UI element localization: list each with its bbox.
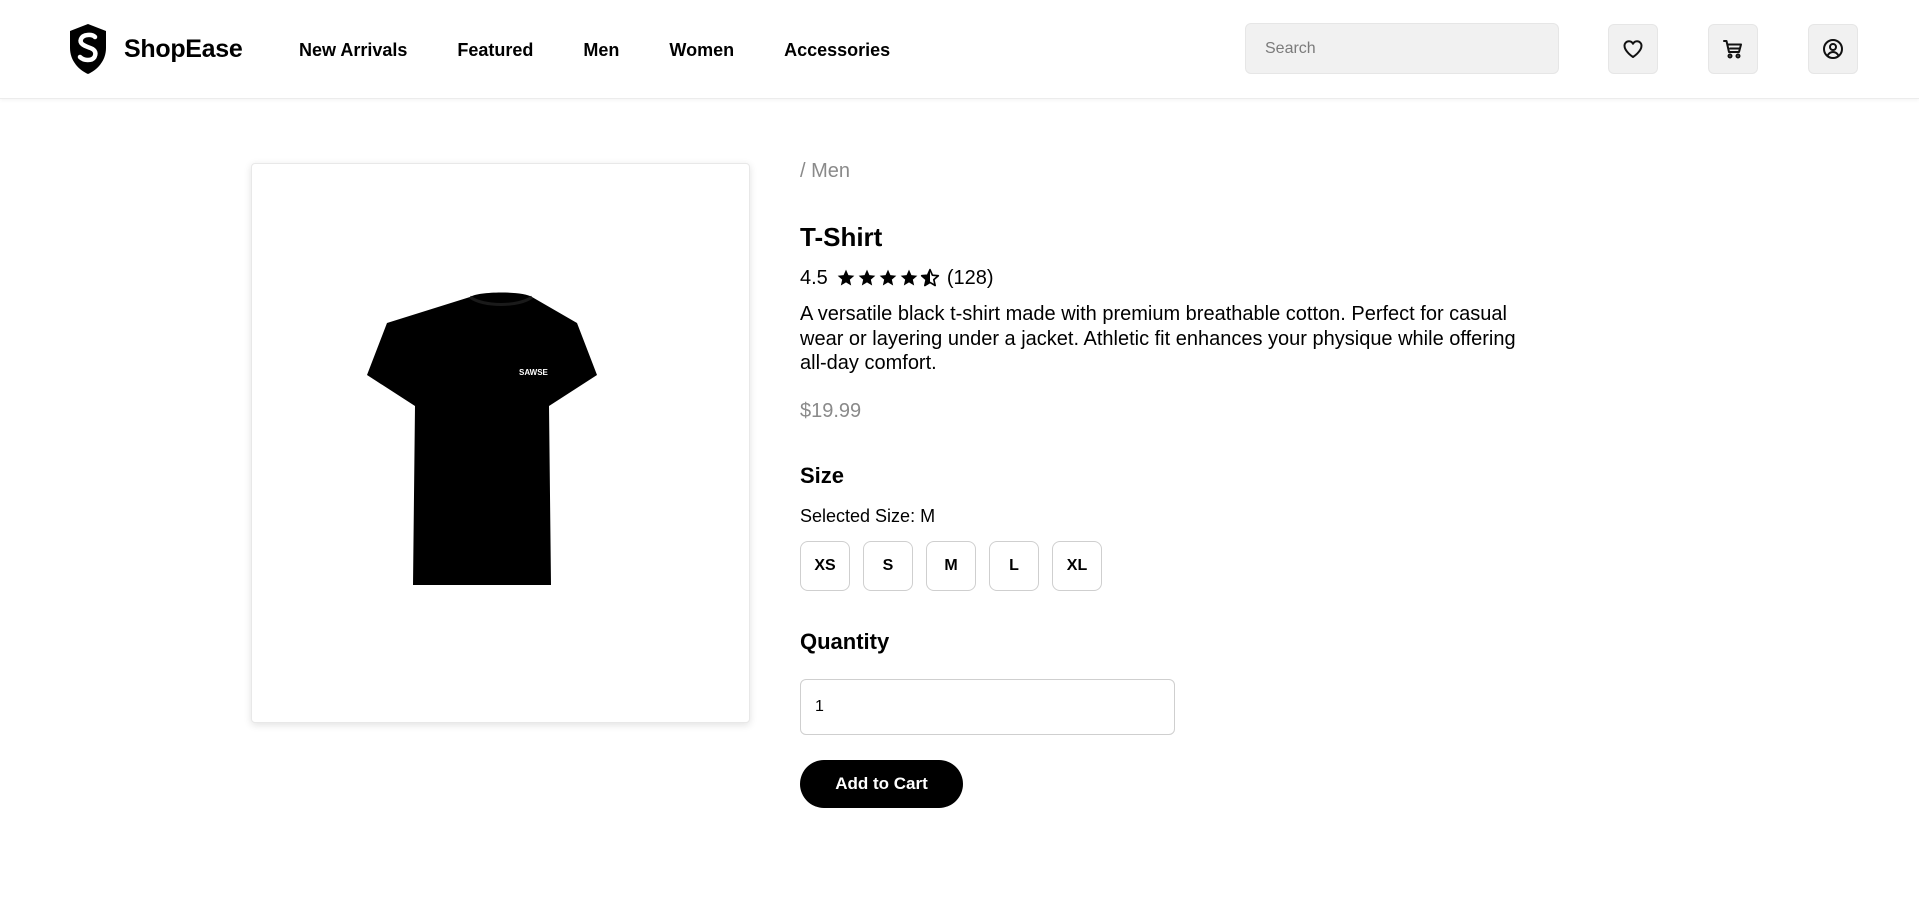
breadcrumb[interactable]: / Men xyxy=(800,160,850,183)
size-heading: Size xyxy=(800,463,845,488)
size-xl-button[interactable]: XL xyxy=(1052,541,1102,591)
product-title: T-Shirt xyxy=(800,222,883,252)
star-full-icon xyxy=(858,269,876,286)
user-icon xyxy=(1823,39,1843,59)
heart-icon xyxy=(1623,40,1643,58)
selected-size-text: Selected Size: M xyxy=(800,506,936,526)
nav-men[interactable]: Men xyxy=(583,37,619,63)
size-s-button[interactable]: S xyxy=(863,541,913,591)
size-options: XS S M L XL xyxy=(800,541,1102,591)
product-image-card: SAWSE xyxy=(251,163,750,723)
main-nav: New Arrivals Featured Men Women Accessor… xyxy=(299,37,940,63)
size-m-button[interactable]: M xyxy=(926,541,976,591)
star-half-icon xyxy=(920,268,939,287)
search-input[interactable] xyxy=(1245,23,1559,74)
cart-icon xyxy=(1723,40,1742,59)
rating-value: 4.5 xyxy=(800,266,828,289)
tshirt-image: SAWSE xyxy=(366,292,597,585)
size-xs-button[interactable]: XS xyxy=(800,541,850,591)
product-rating: 4.5 (128) xyxy=(800,265,994,291)
product-price: $19.99 xyxy=(800,400,862,422)
nav-featured[interactable]: Featured xyxy=(457,37,533,63)
add-to-cart-button[interactable]: Add to Cart xyxy=(800,760,963,808)
account-button[interactable] xyxy=(1808,24,1858,74)
nav-accessories[interactable]: Accessories xyxy=(784,37,890,63)
nav-women[interactable]: Women xyxy=(669,37,734,63)
quantity-input[interactable] xyxy=(800,679,1175,735)
wishlist-button[interactable] xyxy=(1608,24,1658,74)
rating-stars xyxy=(836,268,941,288)
size-l-button[interactable]: L xyxy=(989,541,1039,591)
review-count[interactable]: (128) xyxy=(947,267,994,290)
star-full-icon xyxy=(900,269,918,286)
product-description: A versatile black t-shirt made with prem… xyxy=(800,303,1516,374)
star-full-icon xyxy=(837,269,855,286)
star-full-icon xyxy=(879,269,897,286)
quantity-heading: Quantity xyxy=(800,629,890,654)
brand-logo[interactable]: ShopEase xyxy=(66,22,243,76)
brand-name: ShopEase xyxy=(124,34,243,63)
site-header: ShopEase New Arrivals Featured Men Women… xyxy=(0,0,1919,99)
cart-button[interactable] xyxy=(1708,24,1758,74)
shield-logo-icon xyxy=(70,24,106,74)
nav-new-arrivals[interactable]: New Arrivals xyxy=(299,37,407,63)
shirt-print-logo: SAWSE xyxy=(519,368,549,377)
